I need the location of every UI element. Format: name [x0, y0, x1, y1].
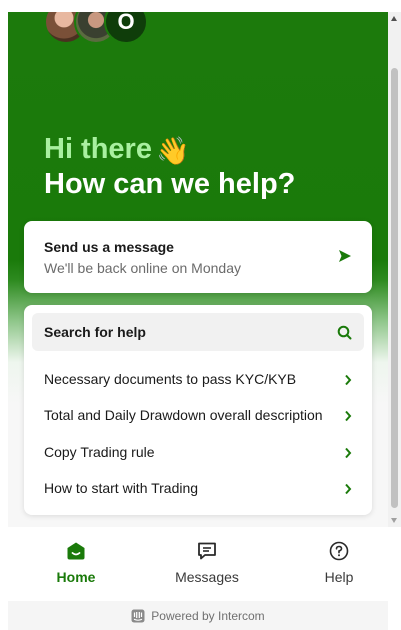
help-article-label: Total and Daily Drawdown overall descrip…: [44, 407, 323, 423]
help-article-item[interactable]: How to start with Trading: [24, 471, 372, 507]
chevron-right-icon: [345, 410, 352, 422]
help-article-label: How to start with Trading: [44, 480, 199, 496]
greeting: Hi there 👋 How can we help?: [44, 133, 296, 201]
nav-help-label: Help: [324, 569, 354, 585]
search-help-bar[interactable]: Search for help: [32, 313, 364, 351]
send-message-subtitle: We'll be back online on Monday: [44, 260, 241, 276]
scrollbar-thumb[interactable]: [391, 68, 398, 508]
send-icon[interactable]: [338, 249, 352, 263]
search-icon[interactable]: [337, 325, 352, 340]
send-message-title: Send us a message: [44, 239, 174, 255]
chevron-right-icon: [345, 374, 352, 386]
scroll-up-arrow-icon[interactable]: [391, 16, 397, 21]
nav-messages-label: Messages: [175, 569, 239, 585]
help-article-item[interactable]: Copy Trading rule: [24, 435, 372, 471]
scroll-down-arrow-icon[interactable]: [391, 518, 397, 523]
vertical-scrollbar[interactable]: [388, 12, 401, 527]
nav-home[interactable]: Home: [26, 541, 126, 585]
avatar: O: [104, 12, 148, 44]
powered-by-row: Powered by Intercom: [8, 609, 388, 623]
chevron-right-icon: [345, 483, 352, 495]
bottom-nav: Home Messages Help: [8, 527, 388, 599]
waving-hand-icon: 👋: [155, 136, 190, 166]
help-article-label: Copy Trading rule: [44, 444, 155, 460]
powered-by-label: Powered by Intercom: [151, 609, 265, 623]
help-article-label: Necessary documents to pass KYC/KYB: [44, 371, 297, 387]
intercom-icon: [131, 609, 145, 623]
help-article-item[interactable]: Total and Daily Drawdown overall descrip…: [24, 398, 372, 434]
send-message-card[interactable]: Send us a message We'll be back online o…: [24, 221, 372, 293]
messenger-home-scroll-area[interactable]: O Hi there 👋 How can we help? Send us a m…: [8, 12, 388, 527]
messages-icon: [198, 542, 216, 560]
help-card: Search for help Necessary documents to p…: [24, 305, 372, 515]
home-icon: [67, 542, 85, 560]
greeting-line2: How can we help?: [44, 167, 296, 200]
greeting-line1: Hi there 👋: [44, 133, 190, 166]
help-icon: [329, 541, 349, 561]
nav-home-label: Home: [56, 569, 96, 585]
help-article-item[interactable]: Necessary documents to pass KYC/KYB: [24, 362, 372, 398]
nav-help[interactable]: Help: [289, 541, 389, 585]
chevron-right-icon: [345, 447, 352, 459]
powered-by-footer[interactable]: Powered by Intercom: [8, 601, 388, 630]
nav-messages[interactable]: Messages: [157, 541, 257, 585]
search-help-label: Search for help: [44, 324, 146, 340]
